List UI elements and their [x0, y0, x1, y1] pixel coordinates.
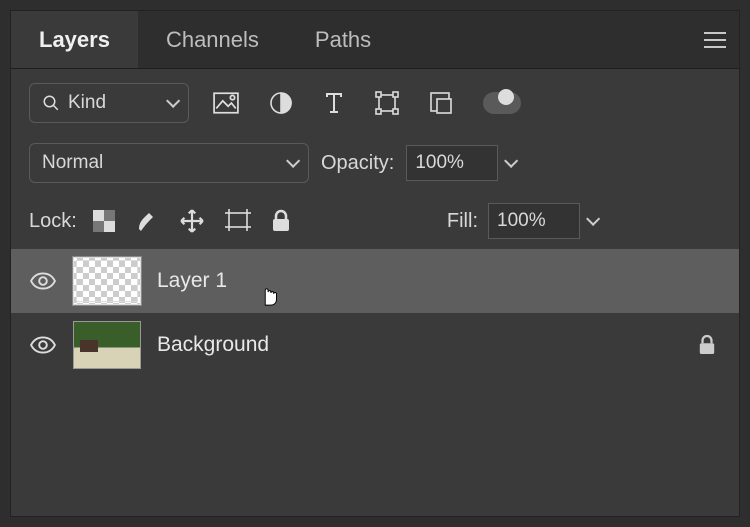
filter-type-icon[interactable]	[323, 91, 345, 115]
lock-row: Lock: Fill: 100%	[11, 189, 739, 249]
opacity-input[interactable]: 100%	[406, 145, 498, 181]
fill-label: Fill:	[447, 210, 478, 233]
layer-name[interactable]: Layer 1	[157, 269, 721, 293]
layer-name[interactable]: Background	[157, 333, 677, 357]
blend-mode-value: Normal	[42, 152, 103, 174]
layer-row[interactable]: Background	[11, 313, 739, 377]
layer-filter-row: Kind	[11, 69, 739, 137]
layers-panel: Layers Channels Paths Kind Normal O	[10, 10, 740, 517]
layer-row[interactable]: Layer 1	[11, 249, 739, 313]
lock-image-icon[interactable]	[135, 209, 159, 233]
filter-adjustment-icon[interactable]	[269, 91, 293, 115]
layer-locked-icon[interactable]	[693, 334, 721, 356]
layer-filter-kind-dropdown[interactable]: Kind	[29, 83, 189, 123]
filter-shape-icon[interactable]	[375, 91, 399, 115]
chevron-down-icon[interactable]	[504, 154, 518, 168]
blend-row: Normal Opacity: 100%	[11, 137, 739, 189]
eye-icon	[30, 336, 56, 354]
blend-mode-dropdown[interactable]: Normal	[29, 143, 309, 183]
visibility-toggle[interactable]	[29, 336, 57, 354]
kind-label: Kind	[68, 92, 106, 114]
filter-smartobject-icon[interactable]	[429, 91, 453, 115]
layer-filter-icons	[213, 91, 521, 115]
tab-paths[interactable]: Paths	[287, 11, 399, 68]
layer-filter-toggle[interactable]	[483, 92, 521, 114]
tab-channels[interactable]: Channels	[138, 11, 287, 68]
lock-position-icon[interactable]	[179, 208, 205, 234]
filter-pixel-icon[interactable]	[213, 92, 239, 114]
fill-value: 100%	[497, 210, 546, 232]
chevron-down-icon	[166, 94, 180, 108]
lock-artboard-icon[interactable]	[225, 209, 251, 233]
chevron-down-icon	[286, 154, 300, 168]
opacity-value: 100%	[415, 152, 464, 174]
lock-transparent-icon[interactable]	[93, 210, 115, 232]
layer-thumbnail[interactable]	[73, 257, 141, 305]
fill-input[interactable]: 100%	[488, 203, 580, 239]
tab-layers[interactable]: Layers	[11, 11, 138, 68]
opacity-label: Opacity:	[321, 152, 394, 175]
search-icon	[42, 94, 60, 112]
panel-tabbar: Layers Channels Paths	[11, 11, 739, 69]
visibility-toggle[interactable]	[29, 272, 57, 290]
chevron-down-icon[interactable]	[586, 212, 600, 226]
panel-menu-icon[interactable]	[691, 39, 739, 41]
lock-label: Lock:	[29, 210, 77, 233]
lock-all-icon[interactable]	[271, 209, 291, 233]
eye-icon	[30, 272, 56, 290]
layer-thumbnail[interactable]	[73, 321, 141, 369]
